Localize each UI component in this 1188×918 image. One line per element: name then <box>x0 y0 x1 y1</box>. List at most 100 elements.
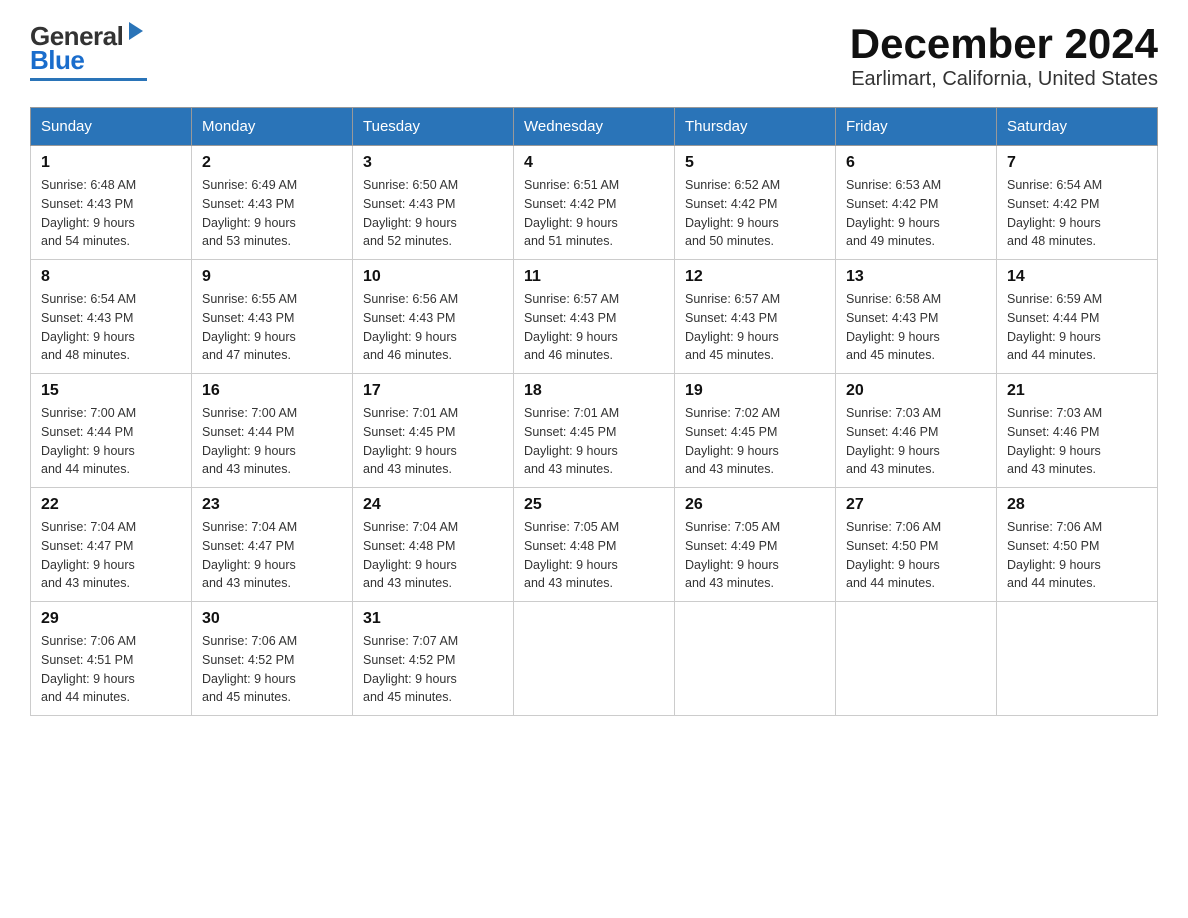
day-number: 27 <box>846 496 986 514</box>
calendar-week-2: 8 Sunrise: 6:54 AMSunset: 4:43 PMDayligh… <box>31 260 1158 374</box>
day-info: Sunrise: 6:56 AMSunset: 4:43 PMDaylight:… <box>363 292 458 362</box>
day-info: Sunrise: 7:06 AMSunset: 4:51 PMDaylight:… <box>41 634 136 704</box>
day-number: 12 <box>685 268 825 286</box>
day-number: 7 <box>1007 154 1147 172</box>
calendar-week-1: 1 Sunrise: 6:48 AMSunset: 4:43 PMDayligh… <box>31 146 1158 260</box>
day-cell-22: 22 Sunrise: 7:04 AMSunset: 4:47 PMDaylig… <box>31 488 192 602</box>
day-number: 19 <box>685 382 825 400</box>
empty-cell <box>997 602 1158 716</box>
day-cell-8: 8 Sunrise: 6:54 AMSunset: 4:43 PMDayligh… <box>31 260 192 374</box>
calendar-week-5: 29 Sunrise: 7:06 AMSunset: 4:51 PMDaylig… <box>31 602 1158 716</box>
day-info: Sunrise: 6:59 AMSunset: 4:44 PMDaylight:… <box>1007 292 1102 362</box>
day-info: Sunrise: 7:04 AMSunset: 4:47 PMDaylight:… <box>202 520 297 590</box>
day-number: 26 <box>685 496 825 514</box>
day-cell-13: 13 Sunrise: 6:58 AMSunset: 4:43 PMDaylig… <box>836 260 997 374</box>
logo: General Blue <box>30 20 147 81</box>
day-number: 21 <box>1007 382 1147 400</box>
day-cell-2: 2 Sunrise: 6:49 AMSunset: 4:43 PMDayligh… <box>192 146 353 260</box>
day-number: 1 <box>41 154 181 172</box>
day-cell-4: 4 Sunrise: 6:51 AMSunset: 4:42 PMDayligh… <box>514 146 675 260</box>
day-info: Sunrise: 7:05 AMSunset: 4:49 PMDaylight:… <box>685 520 780 590</box>
day-number: 22 <box>41 496 181 514</box>
calendar-week-4: 22 Sunrise: 7:04 AMSunset: 4:47 PMDaylig… <box>31 488 1158 602</box>
col-wednesday: Wednesday <box>514 108 675 146</box>
empty-cell <box>514 602 675 716</box>
day-cell-3: 3 Sunrise: 6:50 AMSunset: 4:43 PMDayligh… <box>353 146 514 260</box>
day-cell-1: 1 Sunrise: 6:48 AMSunset: 4:43 PMDayligh… <box>31 146 192 260</box>
empty-cell <box>836 602 997 716</box>
day-cell-15: 15 Sunrise: 7:00 AMSunset: 4:44 PMDaylig… <box>31 374 192 488</box>
day-cell-16: 16 Sunrise: 7:00 AMSunset: 4:44 PMDaylig… <box>192 374 353 488</box>
day-info: Sunrise: 7:06 AMSunset: 4:50 PMDaylight:… <box>846 520 941 590</box>
day-cell-10: 10 Sunrise: 6:56 AMSunset: 4:43 PMDaylig… <box>353 260 514 374</box>
day-cell-5: 5 Sunrise: 6:52 AMSunset: 4:42 PMDayligh… <box>675 146 836 260</box>
col-tuesday: Tuesday <box>353 108 514 146</box>
day-cell-20: 20 Sunrise: 7:03 AMSunset: 4:46 PMDaylig… <box>836 374 997 488</box>
day-info: Sunrise: 7:05 AMSunset: 4:48 PMDaylight:… <box>524 520 619 590</box>
day-cell-18: 18 Sunrise: 7:01 AMSunset: 4:45 PMDaylig… <box>514 374 675 488</box>
day-cell-23: 23 Sunrise: 7:04 AMSunset: 4:47 PMDaylig… <box>192 488 353 602</box>
day-number: 2 <box>202 154 342 172</box>
day-number: 25 <box>524 496 664 514</box>
day-number: 6 <box>846 154 986 172</box>
day-number: 8 <box>41 268 181 286</box>
day-info: Sunrise: 6:48 AMSunset: 4:43 PMDaylight:… <box>41 178 136 248</box>
calendar-table: Sunday Monday Tuesday Wednesday Thursday… <box>30 107 1158 716</box>
day-info: Sunrise: 7:00 AMSunset: 4:44 PMDaylight:… <box>41 406 136 476</box>
col-monday: Monday <box>192 108 353 146</box>
day-info: Sunrise: 7:07 AMSunset: 4:52 PMDaylight:… <box>363 634 458 704</box>
day-number: 14 <box>1007 268 1147 286</box>
day-cell-14: 14 Sunrise: 6:59 AMSunset: 4:44 PMDaylig… <box>997 260 1158 374</box>
day-info: Sunrise: 6:50 AMSunset: 4:43 PMDaylight:… <box>363 178 458 248</box>
day-cell-9: 9 Sunrise: 6:55 AMSunset: 4:43 PMDayligh… <box>192 260 353 374</box>
day-cell-19: 19 Sunrise: 7:02 AMSunset: 4:45 PMDaylig… <box>675 374 836 488</box>
title-block: December 2024 Earlimart, California, Uni… <box>850 20 1158 91</box>
day-cell-17: 17 Sunrise: 7:01 AMSunset: 4:45 PMDaylig… <box>353 374 514 488</box>
page-header: General Blue December 2024 Earlimart, Ca… <box>30 20 1158 91</box>
day-info: Sunrise: 6:58 AMSunset: 4:43 PMDaylight:… <box>846 292 941 362</box>
day-info: Sunrise: 7:04 AMSunset: 4:48 PMDaylight:… <box>363 520 458 590</box>
day-cell-25: 25 Sunrise: 7:05 AMSunset: 4:48 PMDaylig… <box>514 488 675 602</box>
empty-cell <box>675 602 836 716</box>
col-friday: Friday <box>836 108 997 146</box>
logo-blue-text: Blue <box>30 45 84 76</box>
day-cell-26: 26 Sunrise: 7:05 AMSunset: 4:49 PMDaylig… <box>675 488 836 602</box>
day-info: Sunrise: 7:03 AMSunset: 4:46 PMDaylight:… <box>846 406 941 476</box>
day-number: 20 <box>846 382 986 400</box>
day-info: Sunrise: 7:01 AMSunset: 4:45 PMDaylight:… <box>524 406 619 476</box>
day-info: Sunrise: 7:03 AMSunset: 4:46 PMDaylight:… <box>1007 406 1102 476</box>
day-info: Sunrise: 7:06 AMSunset: 4:50 PMDaylight:… <box>1007 520 1102 590</box>
calendar-header-row: Sunday Monday Tuesday Wednesday Thursday… <box>31 108 1158 146</box>
day-number: 28 <box>1007 496 1147 514</box>
day-cell-31: 31 Sunrise: 7:07 AMSunset: 4:52 PMDaylig… <box>353 602 514 716</box>
day-info: Sunrise: 6:54 AMSunset: 4:43 PMDaylight:… <box>41 292 136 362</box>
day-number: 15 <box>41 382 181 400</box>
day-number: 18 <box>524 382 664 400</box>
day-number: 30 <box>202 610 342 628</box>
page-subtitle: Earlimart, California, United States <box>850 68 1158 91</box>
day-number: 31 <box>363 610 503 628</box>
logo-underline <box>30 78 147 81</box>
day-info: Sunrise: 6:57 AMSunset: 4:43 PMDaylight:… <box>524 292 619 362</box>
day-number: 9 <box>202 268 342 286</box>
day-cell-21: 21 Sunrise: 7:03 AMSunset: 4:46 PMDaylig… <box>997 374 1158 488</box>
day-info: Sunrise: 6:53 AMSunset: 4:42 PMDaylight:… <box>846 178 941 248</box>
day-number: 17 <box>363 382 503 400</box>
day-number: 13 <box>846 268 986 286</box>
day-cell-29: 29 Sunrise: 7:06 AMSunset: 4:51 PMDaylig… <box>31 602 192 716</box>
day-number: 23 <box>202 496 342 514</box>
col-saturday: Saturday <box>997 108 1158 146</box>
day-info: Sunrise: 6:54 AMSunset: 4:42 PMDaylight:… <box>1007 178 1102 248</box>
day-cell-28: 28 Sunrise: 7:06 AMSunset: 4:50 PMDaylig… <box>997 488 1158 602</box>
day-info: Sunrise: 7:06 AMSunset: 4:52 PMDaylight:… <box>202 634 297 704</box>
day-cell-11: 11 Sunrise: 6:57 AMSunset: 4:43 PMDaylig… <box>514 260 675 374</box>
day-cell-6: 6 Sunrise: 6:53 AMSunset: 4:42 PMDayligh… <box>836 146 997 260</box>
day-number: 29 <box>41 610 181 628</box>
col-sunday: Sunday <box>31 108 192 146</box>
day-info: Sunrise: 6:49 AMSunset: 4:43 PMDaylight:… <box>202 178 297 248</box>
day-info: Sunrise: 7:04 AMSunset: 4:47 PMDaylight:… <box>41 520 136 590</box>
day-info: Sunrise: 6:51 AMSunset: 4:42 PMDaylight:… <box>524 178 619 248</box>
logo-arrow-icon <box>125 20 147 42</box>
day-info: Sunrise: 7:00 AMSunset: 4:44 PMDaylight:… <box>202 406 297 476</box>
calendar-week-3: 15 Sunrise: 7:00 AMSunset: 4:44 PMDaylig… <box>31 374 1158 488</box>
